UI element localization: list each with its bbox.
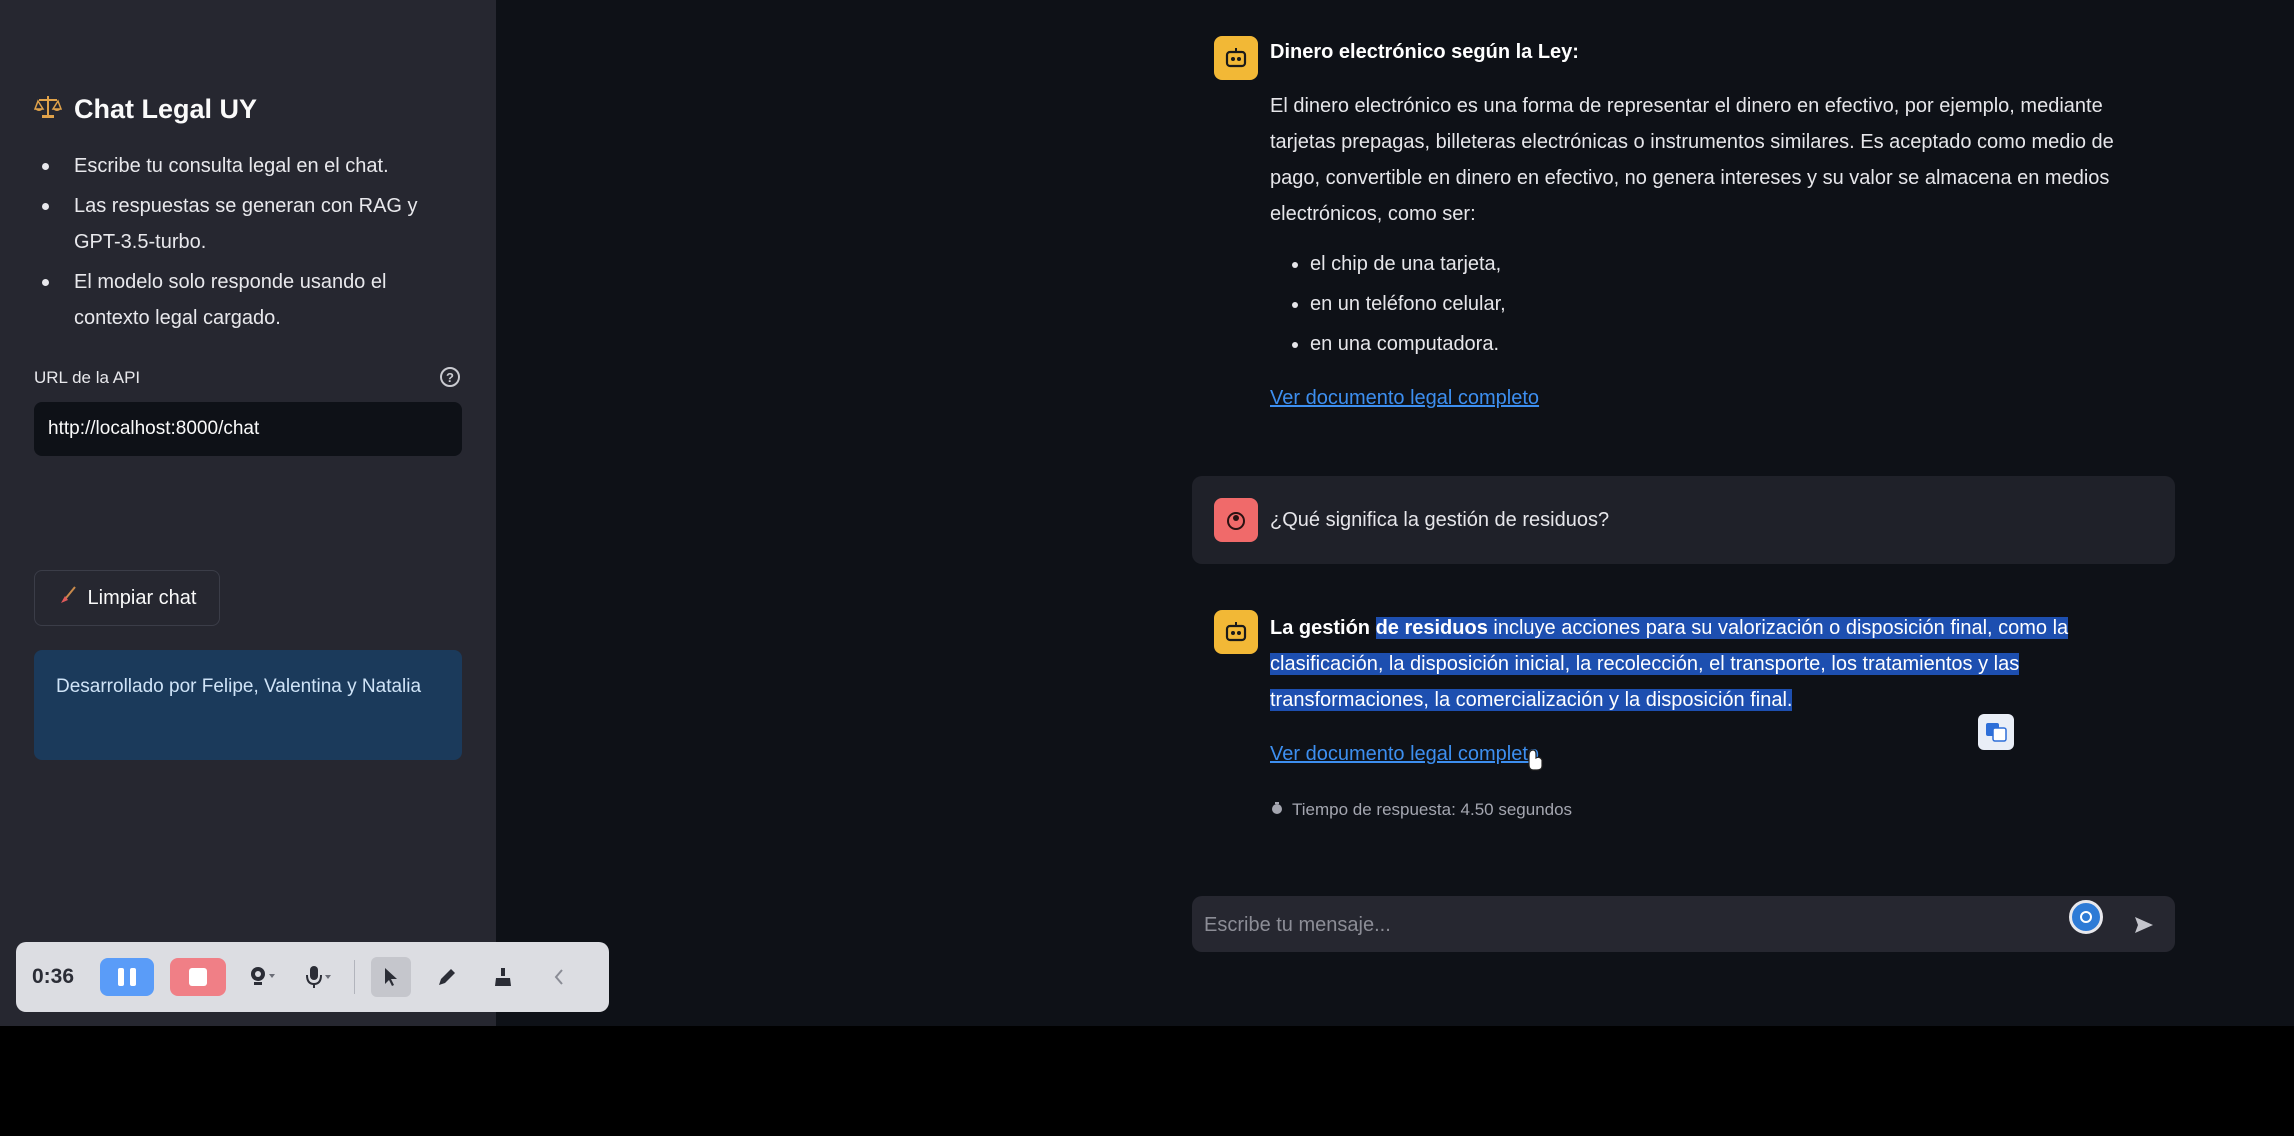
bot-avatar-icon bbox=[1214, 610, 1258, 654]
sidebar-title: Chat Legal UY bbox=[33, 92, 258, 127]
send-button[interactable] bbox=[2127, 908, 2161, 942]
bot-avatar-icon bbox=[1214, 36, 1258, 80]
assistant-message-content: La gestión de residuos incluye acciones … bbox=[1270, 610, 2150, 772]
pen-icon[interactable] bbox=[427, 957, 467, 997]
list-item: Las respuestas se generan con RAG y GPT-… bbox=[34, 188, 464, 260]
translate-icon[interactable] bbox=[1978, 714, 2014, 750]
clear-chat-button[interactable]: Limpiar chat bbox=[34, 570, 220, 626]
send-icon bbox=[2135, 917, 2153, 933]
bold-text: La gestión bbox=[1270, 617, 1371, 639]
eraser-icon[interactable] bbox=[483, 957, 523, 997]
pause-button[interactable] bbox=[100, 958, 154, 996]
chat-area: Dinero electrónico según la Ley: El dine… bbox=[1192, 0, 2175, 1026]
list-item: en un teléfono celular, bbox=[1310, 284, 2150, 324]
instructions-list: Escribe tu consulta legal en el chat. La… bbox=[34, 148, 464, 340]
pointer-icon[interactable] bbox=[371, 957, 411, 997]
scales-icon bbox=[33, 92, 63, 127]
recording-time: 0:36 bbox=[32, 965, 75, 988]
credits-box: Desarrollado por Felipe, Valentina y Nat… bbox=[34, 650, 462, 760]
extension-icon[interactable] bbox=[2069, 900, 2103, 934]
mouse-cursor-icon bbox=[1526, 746, 1546, 772]
sidebar: Chat Legal UY Escribe tu consulta legal … bbox=[0, 0, 496, 1026]
app-title: Chat Legal UY bbox=[74, 94, 258, 124]
stop-button[interactable] bbox=[170, 958, 226, 996]
help-icon[interactable]: ? bbox=[440, 367, 460, 387]
message-body: La gestión de residuos incluye acciones … bbox=[1270, 610, 2150, 718]
message-input[interactable] bbox=[1202, 896, 2006, 954]
document-link[interactable]: Ver documento legal completo bbox=[1270, 743, 1539, 765]
user-message: ¿Qué significa la gestión de residuos? bbox=[1192, 476, 2175, 564]
message-body: El dinero electrónico es una forma de re… bbox=[1270, 95, 2114, 225]
toolbar-divider bbox=[354, 960, 355, 994]
document-link[interactable]: Ver documento legal completo bbox=[1270, 387, 1539, 409]
app-window: Chat Legal UY Escribe tu consulta legal … bbox=[0, 0, 2294, 1026]
timer-icon bbox=[1270, 800, 1284, 820]
assistant-message-content: Dinero electrónico según la Ley: El dine… bbox=[1270, 34, 2150, 416]
api-url-label: URL de la API bbox=[34, 368, 141, 387]
list-item: en una computadora. bbox=[1310, 324, 2150, 364]
message-heading: Dinero electrónico según la Ley: bbox=[1270, 41, 1579, 63]
broom-icon bbox=[58, 585, 78, 611]
user-avatar-icon bbox=[1214, 498, 1258, 542]
webcam-icon[interactable] bbox=[242, 957, 282, 997]
microphone-icon[interactable] bbox=[298, 957, 338, 997]
api-url-input[interactable] bbox=[34, 402, 462, 456]
screen-recorder-toolbar: 0:36 bbox=[16, 942, 609, 1012]
list-item: El modelo solo responde usando el contex… bbox=[34, 264, 464, 336]
response-time: Tiempo de respuesta: 4.50 segundos bbox=[1270, 800, 1572, 820]
user-message-text: ¿Qué significa la gestión de residuos? bbox=[1270, 509, 1610, 531]
list-item: el chip de una tarjeta, bbox=[1310, 244, 2150, 284]
collapse-chevron-icon[interactable] bbox=[539, 957, 579, 997]
list-item: Escribe tu consulta legal en el chat. bbox=[34, 148, 464, 184]
chat-input-bar bbox=[1192, 896, 2175, 954]
bullet-list: el chip de una tarjeta, en un teléfono c… bbox=[1270, 244, 2150, 364]
clear-chat-label: Limpiar chat bbox=[87, 586, 197, 609]
selected-text: de residuos incluye acciones para su val… bbox=[1270, 617, 2069, 711]
response-time-text: Tiempo de respuesta: 4.50 segundos bbox=[1292, 800, 1573, 819]
